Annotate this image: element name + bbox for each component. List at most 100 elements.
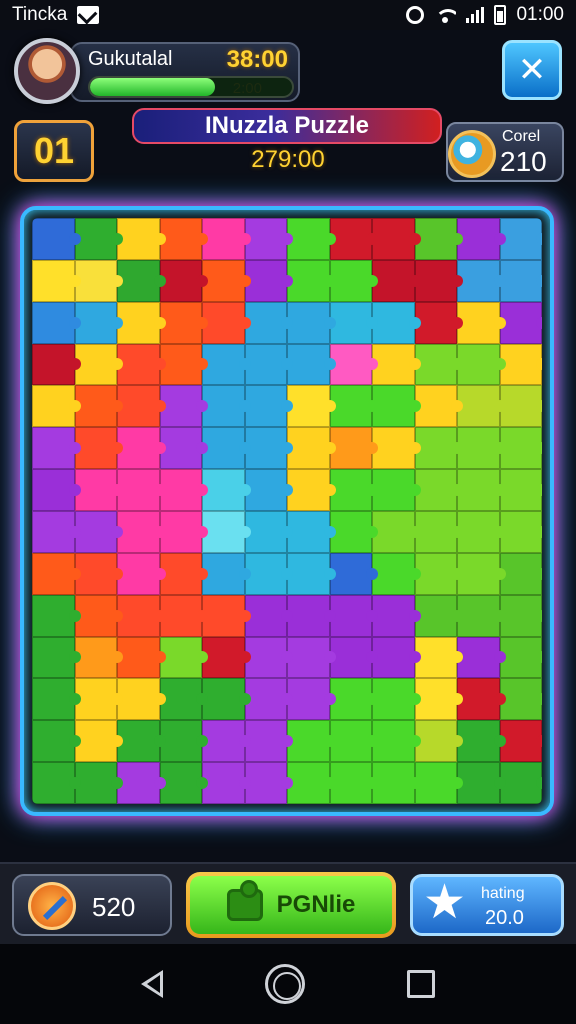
puzzle-piece[interactable] <box>32 636 80 679</box>
puzzle-piece[interactable] <box>457 301 505 344</box>
puzzle-piece[interactable] <box>414 678 463 721</box>
puzzle-piece[interactable] <box>499 259 542 302</box>
puzzle-piece[interactable] <box>32 343 80 386</box>
puzzle-piece[interactable] <box>414 552 463 595</box>
puzzle-piece[interactable] <box>202 469 250 511</box>
puzzle-piece[interactable] <box>499 678 542 721</box>
puzzle-piece[interactable] <box>159 636 208 679</box>
puzzle-piece[interactable] <box>244 259 293 302</box>
puzzle-piece[interactable] <box>457 427 505 470</box>
puzzle-piece[interactable] <box>117 720 165 763</box>
puzzle-piece[interactable] <box>159 301 208 344</box>
puzzle-piece[interactable] <box>414 511 463 553</box>
puzzle-piece[interactable] <box>457 636 505 679</box>
puzzle-piece[interactable] <box>287 427 335 470</box>
puzzle-piece[interactable] <box>74 469 123 511</box>
puzzle-piece[interactable] <box>202 385 250 428</box>
puzzle-piece[interactable] <box>414 301 463 344</box>
puzzle-piece[interactable] <box>287 594 335 637</box>
puzzle-piece[interactable] <box>287 762 335 804</box>
puzzle-piece[interactable] <box>372 636 420 679</box>
puzzle-piece[interactable] <box>74 385 123 428</box>
puzzle-piece[interactable] <box>74 218 123 260</box>
puzzle-piece[interactable] <box>202 301 250 344</box>
puzzle-piece[interactable] <box>287 385 335 428</box>
puzzle-piece[interactable] <box>74 259 123 302</box>
puzzle-piece[interactable] <box>74 343 123 386</box>
puzzle-piece[interactable] <box>457 218 505 260</box>
puzzle-piece[interactable] <box>329 301 378 344</box>
puzzle-piece[interactable] <box>117 343 165 386</box>
puzzle-piece[interactable] <box>74 301 123 344</box>
puzzle-piece[interactable] <box>202 552 250 595</box>
puzzle-piece[interactable] <box>159 720 208 763</box>
puzzle-piece[interactable] <box>244 636 293 679</box>
puzzle-piece[interactable] <box>329 427 378 470</box>
puzzle-piece[interactable] <box>499 636 542 679</box>
puzzle-piece[interactable] <box>32 469 80 511</box>
puzzle-piece[interactable] <box>244 218 293 260</box>
puzzle-piece[interactable] <box>329 385 378 428</box>
puzzle-piece[interactable] <box>244 469 293 511</box>
puzzle-piece[interactable] <box>202 678 250 721</box>
puzzle-piece[interactable] <box>372 469 420 511</box>
puzzle-piece[interactable] <box>32 385 80 428</box>
puzzle-piece[interactable] <box>372 594 420 637</box>
hint-button[interactable]: 520 <box>12 874 172 936</box>
puzzle-piece[interactable] <box>32 720 80 763</box>
puzzle-piece[interactable] <box>159 511 208 553</box>
home-icon[interactable] <box>265 964 305 1004</box>
puzzle-piece[interactable] <box>457 385 505 428</box>
puzzle-piece[interactable] <box>372 385 420 428</box>
puzzle-piece[interactable] <box>329 469 378 511</box>
puzzle-piece[interactable] <box>202 218 250 260</box>
puzzle-piece[interactable] <box>117 259 165 302</box>
puzzle-piece[interactable] <box>457 343 505 386</box>
puzzle-piece[interactable] <box>32 552 80 595</box>
puzzle-piece[interactable] <box>244 301 293 344</box>
puzzle-piece[interactable] <box>329 552 378 595</box>
puzzle-piece[interactable] <box>32 301 80 344</box>
puzzle-piece[interactable] <box>117 636 165 679</box>
puzzle-piece[interactable] <box>202 594 250 637</box>
puzzle-piece[interactable] <box>32 762 80 804</box>
puzzle-piece[interactable] <box>32 594 80 637</box>
puzzle-piece[interactable] <box>117 301 165 344</box>
puzzle-piece[interactable] <box>287 678 335 721</box>
puzzle-piece[interactable] <box>329 343 378 386</box>
puzzle-piece[interactable] <box>372 301 420 344</box>
recents-icon[interactable] <box>407 970 435 998</box>
puzzle-piece[interactable] <box>159 385 208 428</box>
puzzle-piece[interactable] <box>74 636 123 679</box>
puzzle-piece[interactable] <box>414 636 463 679</box>
puzzle-piece[interactable] <box>287 720 335 763</box>
puzzle-piece[interactable] <box>457 594 505 637</box>
puzzle-piece[interactable] <box>372 762 420 804</box>
puzzle-piece[interactable] <box>32 218 80 260</box>
puzzle-piece[interactable] <box>499 511 542 553</box>
puzzle-piece[interactable] <box>202 343 250 386</box>
puzzle-piece[interactable] <box>159 343 208 386</box>
puzzle-piece[interactable] <box>117 762 165 804</box>
rating-button[interactable]: ★ hating 20.0 <box>410 874 564 936</box>
puzzle-piece[interactable] <box>287 469 335 511</box>
puzzle-piece[interactable] <box>202 720 250 763</box>
puzzle-piece[interactable] <box>414 427 463 470</box>
puzzle-piece[interactable] <box>287 301 335 344</box>
puzzle-piece[interactable] <box>499 552 542 595</box>
back-icon[interactable] <box>141 970 163 998</box>
puzzle-piece[interactable] <box>372 720 420 763</box>
puzzle-piece[interactable] <box>117 552 165 595</box>
puzzle-piece[interactable] <box>372 427 420 470</box>
puzzle-piece[interactable] <box>372 678 420 721</box>
puzzle-piece[interactable] <box>414 762 463 804</box>
puzzle-piece[interactable] <box>499 594 542 637</box>
puzzle-piece[interactable] <box>117 594 165 637</box>
puzzle-piece[interactable] <box>457 762 505 804</box>
puzzle-piece[interactable] <box>414 720 463 763</box>
puzzle-piece[interactable] <box>159 762 208 804</box>
puzzle-piece[interactable] <box>202 427 250 470</box>
puzzle-piece[interactable] <box>329 720 378 763</box>
puzzle-piece[interactable] <box>32 427 80 470</box>
puzzle-piece[interactable] <box>244 720 293 763</box>
